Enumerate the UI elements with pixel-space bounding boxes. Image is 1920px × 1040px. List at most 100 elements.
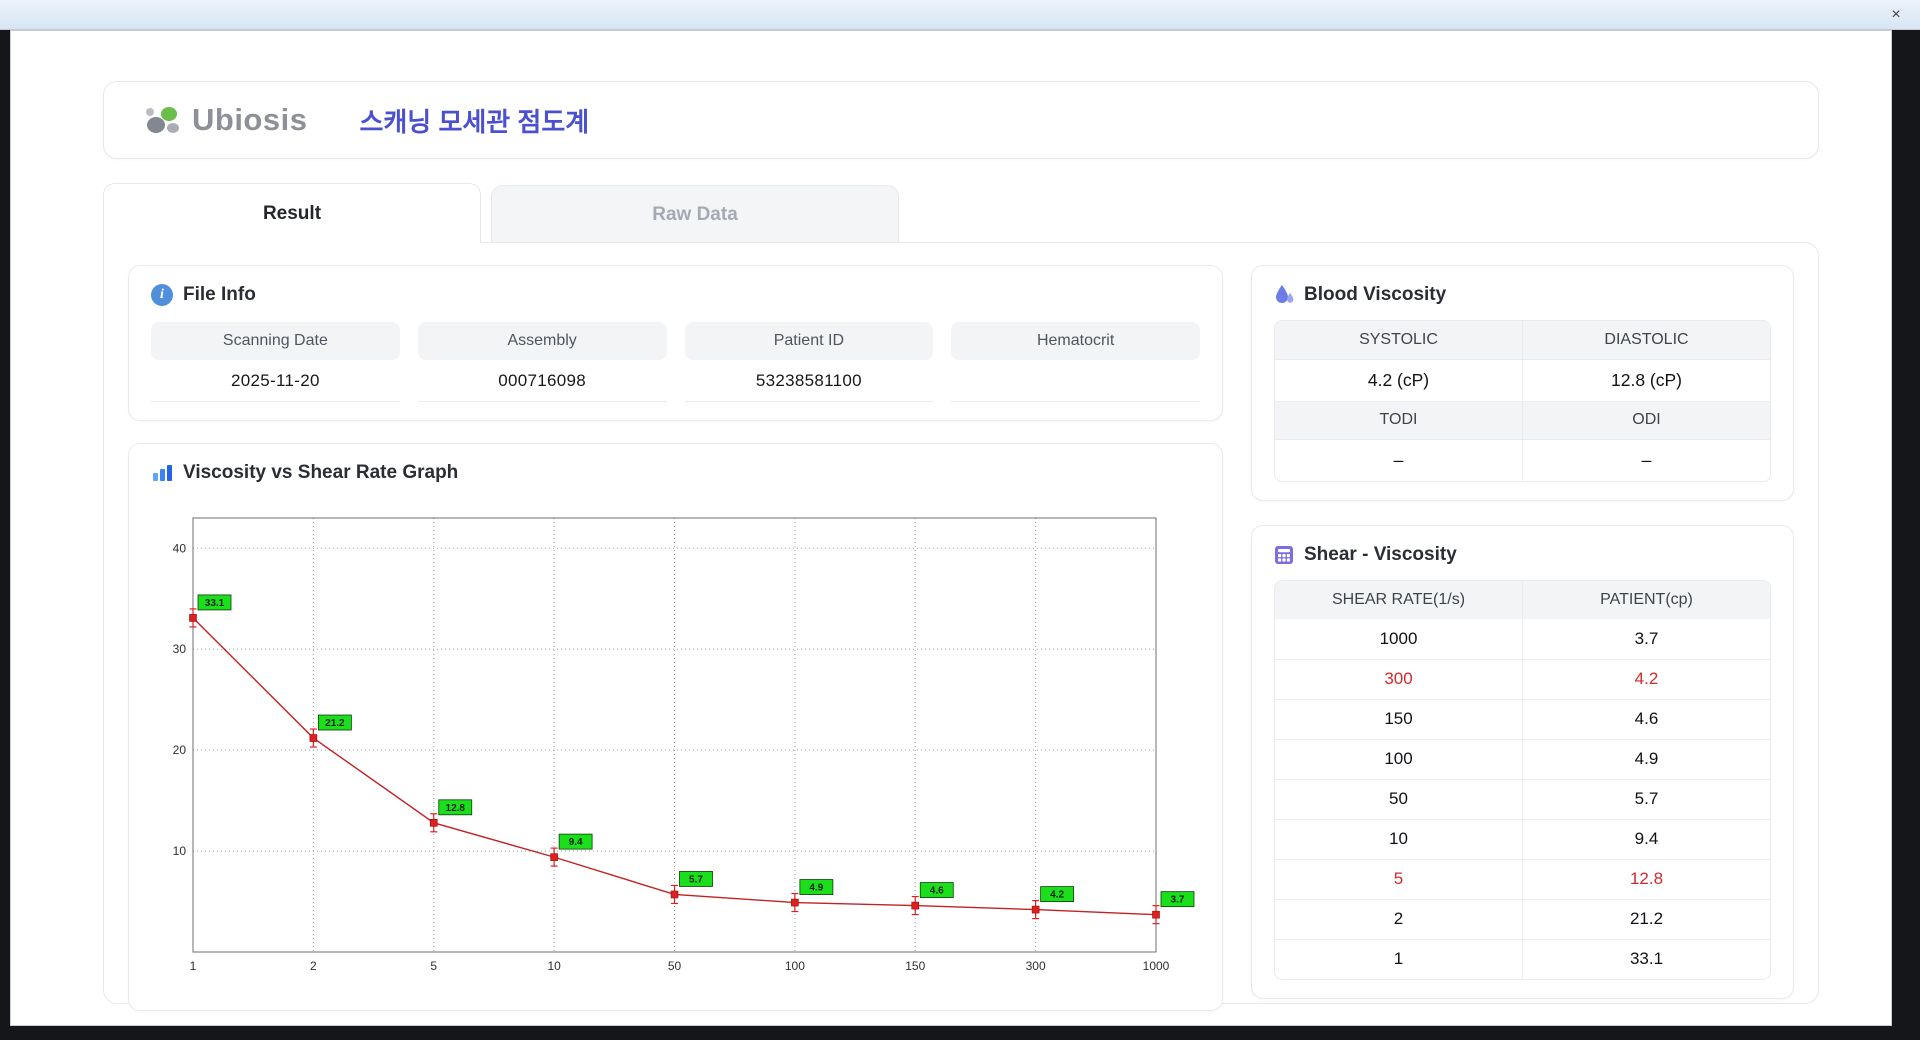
file-info-field: Hematocrit (951, 322, 1200, 402)
blood-viscosity-table: SYSTOLIC DIASTOLIC 4.2 (cP) 12.8 (cP) TO… (1275, 321, 1770, 481)
app-header: Ubiosis 스캐닝 모세관 점도계 (103, 81, 1819, 159)
logo-text: Ubiosis (192, 102, 308, 137)
viscosity-shear-rate-chart: 10 20 30 40 1 2 5 10 50 100 150 300 1000 33.1 21.2 12.8… (173, 517, 1195, 973)
svg-text:4.2: 4.2 (1050, 890, 1064, 901)
shear-viscosity-row: 1000 3.7 (1275, 619, 1770, 660)
left-column: i File Info Scanning Date 2025-11-20 Ass… (128, 265, 1223, 1011)
svg-text:300: 300 (1026, 959, 1046, 973)
window-close-button[interactable]: × (1884, 3, 1908, 27)
file-info-header: i File Info (151, 284, 1200, 306)
svg-text:40: 40 (173, 541, 187, 555)
svg-text:4.9: 4.9 (809, 883, 823, 894)
bar-chart-icon (153, 465, 172, 481)
info-icon: i (151, 284, 173, 306)
result-panel: i File Info Scanning Date 2025-11-20 Ass… (103, 242, 1819, 1011)
graph-card: Viscosity vs Shear Rate Graph 10 20 30 40 1 2… (128, 443, 1223, 1011)
patient-value-cell: 4.2 (1522, 658, 1770, 700)
svg-text:9.4: 9.4 (569, 837, 583, 848)
field-label: Patient ID (684, 322, 934, 360)
app-window: Ubiosis 스캐닝 모세관 점도계 Result Raw Data i Fi… (10, 30, 1892, 1026)
field-label: Scanning Date (151, 322, 400, 360)
svg-text:10: 10 (547, 959, 561, 973)
shear-rate-cell: 5 (1275, 858, 1523, 900)
shear-viscosity-row: 300 4.2 (1275, 658, 1770, 700)
svg-text:20: 20 (173, 743, 187, 757)
odi-label: ODI (1522, 400, 1770, 440)
patient-value-cell: 4.6 (1522, 698, 1770, 740)
shear-viscosity-row: 1 33.1 (1275, 938, 1770, 979)
todi-label: TODI (1275, 400, 1523, 440)
table-grid-icon (1275, 546, 1293, 564)
field-value: 2025-11-20 (151, 360, 400, 402)
tab-result[interactable]: Result (103, 183, 481, 243)
patient-value-cell: 5.7 (1522, 778, 1770, 820)
right-column: Blood Viscosity SYSTOLIC DIASTOLIC 4.2 (… (1251, 265, 1794, 999)
svg-text:12.8: 12.8 (446, 803, 466, 814)
file-info-field: Assembly 000716098 (417, 322, 667, 402)
ubiosis-leaf-icon (146, 107, 179, 133)
shear-viscosity-row: 5 12.8 (1275, 858, 1770, 900)
svg-text:1000: 1000 (1143, 959, 1170, 973)
file-info-field: Scanning Date 2025-11-20 (151, 322, 400, 402)
svg-text:2: 2 (310, 959, 317, 973)
svg-text:30: 30 (173, 642, 187, 656)
shear-viscosity-header: Shear - Viscosity (1274, 544, 1771, 566)
field-value: 53238581100 (684, 360, 934, 402)
svg-text:3.7: 3.7 (1171, 895, 1185, 906)
file-info-field: Patient ID 53238581100 (684, 322, 934, 402)
svg-text:100: 100 (785, 959, 805, 973)
shear-viscosity-table-wrap: SHEAR RATE(1/s) PATIENT(cp) 1000 3.7 300… (1274, 580, 1771, 980)
tab-bar: Result Raw Data (103, 183, 1819, 243)
file-info-fields: Scanning Date 2025-11-20 Assembly 000716… (151, 322, 1200, 402)
file-info-card: i File Info Scanning Date 2025-11-20 Ass… (128, 265, 1223, 421)
droplet-icon (1276, 285, 1294, 303)
svg-text:21.2: 21.2 (325, 718, 345, 729)
shear-viscosity-row: 100 4.9 (1275, 738, 1770, 780)
shear-viscosity-card: Shear - Viscosity SHEAR RATE(1/s) PATIEN… (1251, 525, 1794, 999)
shear-rate-cell: 100 (1275, 738, 1523, 780)
shear-viscosity-row: 50 5.7 (1275, 778, 1770, 820)
svg-text:150: 150 (905, 959, 925, 973)
tab-raw-data[interactable]: Raw Data (491, 185, 899, 242)
patient-value-cell: 21.2 (1522, 898, 1770, 940)
graph-title: Viscosity vs Shear Rate Graph (183, 462, 459, 483)
field-label: Hematocrit (951, 322, 1200, 360)
blood-viscosity-card: Blood Viscosity SYSTOLIC DIASTOLIC 4.2 (… (1251, 265, 1794, 501)
shear-viscosity-row: 150 4.6 (1275, 698, 1770, 740)
systolic-value: 4.2 (cP) (1275, 358, 1523, 402)
svg-text:10: 10 (173, 844, 187, 858)
blood-viscosity-header: Blood Viscosity (1274, 284, 1771, 306)
shear-rate-cell: 2 (1275, 898, 1523, 940)
diastolic-value: 12.8 (cP) (1522, 358, 1770, 402)
page-title: 스캐닝 모세관 점도계 (359, 106, 590, 137)
graph-header: Viscosity vs Shear Rate Graph (151, 462, 1200, 484)
ubiosis-logo: Ubiosis (142, 102, 307, 138)
patient-column-header: PATIENT(cp) (1522, 581, 1770, 619)
shear-rate-cell: 1000 (1275, 619, 1523, 660)
svg-text:33.1: 33.1 (205, 598, 225, 609)
patient-value-cell: 9.4 (1522, 818, 1770, 860)
shear-viscosity-row: 10 9.4 (1275, 818, 1770, 860)
patient-value-cell: 12.8 (1522, 858, 1770, 900)
field-value (951, 360, 1200, 402)
shear-viscosity-title: Shear - Viscosity (1304, 544, 1457, 565)
svg-text:1: 1 (190, 959, 197, 973)
systolic-label: SYSTOLIC (1275, 321, 1523, 360)
blood-viscosity-title: Blood Viscosity (1304, 284, 1447, 305)
odi-value: – (1522, 438, 1770, 481)
shear-rate-cell: 300 (1275, 658, 1523, 700)
svg-text:5: 5 (430, 959, 437, 973)
svg-text:50: 50 (668, 959, 682, 973)
blood-viscosity-table-wrap: SYSTOLIC DIASTOLIC 4.2 (cP) 12.8 (cP) TO… (1274, 320, 1771, 482)
svg-text:5.7: 5.7 (689, 874, 703, 885)
todi-value: – (1275, 438, 1523, 481)
shear-viscosity-row: 2 21.2 (1275, 898, 1770, 940)
field-label: Assembly (417, 322, 667, 360)
shear-rate-cell: 1 (1275, 938, 1523, 979)
patient-value-cell: 3.7 (1522, 619, 1770, 660)
shear-rate-cell: 150 (1275, 698, 1523, 740)
file-info-title: File Info (183, 284, 256, 305)
field-value: 000716098 (417, 360, 667, 402)
patient-value-cell: 33.1 (1522, 938, 1770, 979)
shear-rate-column-header: SHEAR RATE(1/s) (1275, 581, 1523, 619)
